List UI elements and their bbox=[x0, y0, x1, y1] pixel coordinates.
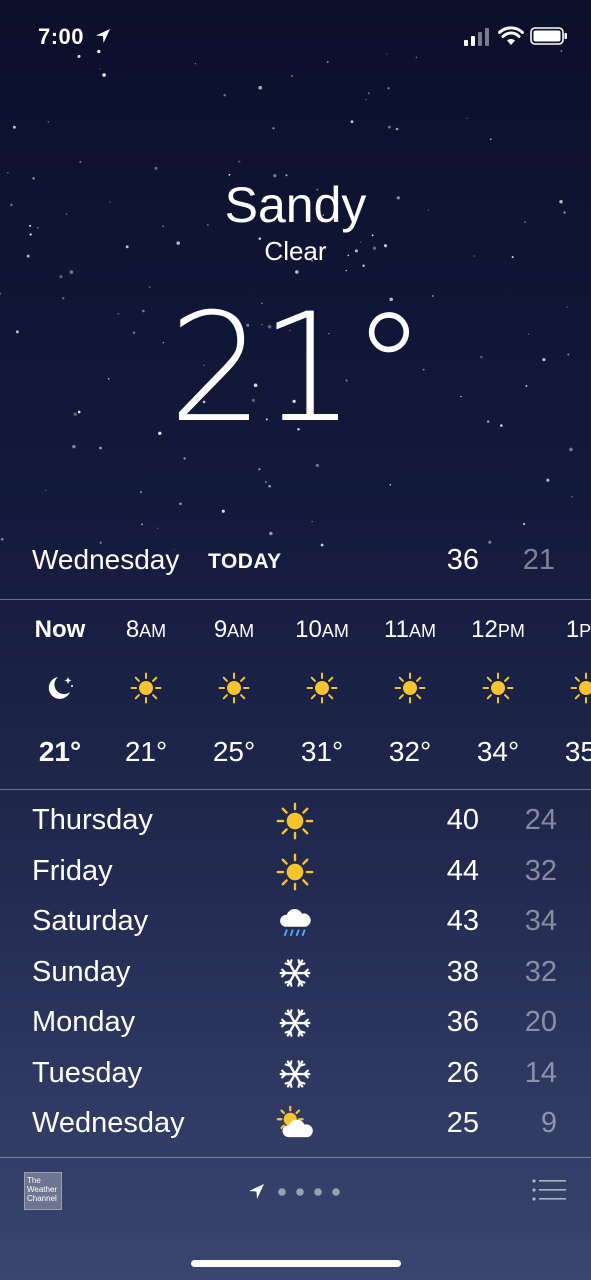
status-time: 7:00 bbox=[38, 24, 85, 49]
day-name: Saturday bbox=[32, 905, 149, 937]
day-high: 38 bbox=[446, 955, 479, 988]
hour-label: 9AM bbox=[213, 616, 255, 643]
day-high: 25 bbox=[446, 1107, 479, 1139]
day-low: 32 bbox=[524, 955, 557, 988]
hour-temperature: 34° bbox=[476, 736, 520, 767]
sun-icon bbox=[394, 672, 426, 704]
city-list-icon[interactable] bbox=[532, 1178, 566, 1202]
sun-icon bbox=[306, 672, 338, 704]
hour-temperature: 35° bbox=[564, 736, 591, 767]
hour-label: 12PM bbox=[471, 616, 525, 643]
hour-temperature: 25° bbox=[212, 736, 256, 767]
daily-row: Monday 36 20 bbox=[0, 998, 591, 1049]
page-dot bbox=[278, 1188, 286, 1196]
status-bar: 7:00 bbox=[0, 0, 591, 72]
day-low: 14 bbox=[524, 1056, 557, 1089]
hourly-item: 11AM 32° bbox=[370, 600, 450, 789]
day-name: Thursday bbox=[32, 804, 153, 836]
day-low: 34 bbox=[524, 905, 557, 937]
starfield-background bbox=[0, 49, 574, 550]
snowflake-icon bbox=[276, 954, 314, 992]
divider bbox=[0, 789, 591, 790]
hour-temperature: 31° bbox=[300, 736, 344, 767]
sun-icon bbox=[276, 853, 314, 891]
today-summary: Wednesday TODAY 36 21 bbox=[0, 536, 591, 590]
hour-label: 8AM bbox=[125, 616, 167, 643]
hour-temperature: 21° bbox=[38, 736, 82, 767]
sun-icon bbox=[570, 672, 591, 704]
hour-label: 10AM bbox=[295, 616, 349, 643]
day-name: Monday bbox=[32, 1006, 136, 1038]
moon-stars-icon bbox=[44, 672, 76, 704]
hour-label: 1PM bbox=[565, 616, 591, 643]
day-high: 26 bbox=[446, 1056, 479, 1089]
day-low: 20 bbox=[524, 1006, 557, 1038]
hour-temperature: 32° bbox=[388, 736, 432, 767]
cellular-signal-icon bbox=[464, 28, 489, 46]
hour-label: 11AM bbox=[384, 616, 436, 643]
weather-channel-logo[interactable]: The Weather Channel bbox=[24, 1172, 62, 1210]
day-name: Sunday bbox=[32, 955, 131, 988]
daily-row: Sunday 38 32 bbox=[0, 948, 591, 999]
hour-temperature: 21° bbox=[124, 736, 168, 767]
current-temperature: 21° bbox=[168, 282, 427, 456]
hourly-item: 10AM 31° bbox=[282, 600, 362, 789]
day-name: Wednesday bbox=[32, 1107, 185, 1139]
partly-cloudy-icon bbox=[276, 1105, 314, 1143]
bottom-bar: The Weather Channel bbox=[0, 1158, 591, 1228]
hour-label: Now bbox=[34, 616, 86, 643]
sun-icon bbox=[130, 672, 162, 704]
daily-row: Wednesday 25 9 bbox=[0, 1099, 591, 1150]
location-arrow-icon bbox=[249, 1184, 264, 1199]
daily-row: Thursday 40 24 bbox=[0, 796, 591, 847]
day-name: Tuesday bbox=[32, 1056, 143, 1089]
page-indicator[interactable] bbox=[248, 1182, 358, 1202]
daily-row: Friday 44 32 bbox=[0, 847, 591, 898]
wifi-icon bbox=[498, 26, 524, 45]
day-low: 32 bbox=[524, 854, 557, 887]
today-high: 36 bbox=[446, 544, 479, 576]
daily-forecast: Thursday 40 24 Friday 44 32 Saturday 43 … bbox=[0, 796, 591, 1150]
day-high: 43 bbox=[446, 905, 479, 937]
today-low: 21 bbox=[522, 544, 555, 576]
day-high: 44 bbox=[446, 854, 479, 887]
city-name: Sandy bbox=[224, 177, 367, 233]
page-dot bbox=[314, 1188, 322, 1196]
sun-icon bbox=[276, 802, 314, 840]
hourly-forecast[interactable]: Now 21° 8AM 21° 9AM 25° 10AM 31° 11AM 32… bbox=[0, 600, 591, 789]
home-indicator[interactable] bbox=[191, 1260, 401, 1267]
today-label: TODAY bbox=[208, 550, 282, 573]
location-arrow-icon bbox=[96, 29, 110, 43]
snowflake-icon bbox=[276, 1004, 314, 1042]
hourly-item: 9AM 25° bbox=[194, 600, 274, 789]
page-dot bbox=[296, 1188, 304, 1196]
sun-icon bbox=[482, 672, 514, 704]
battery-icon bbox=[530, 27, 567, 45]
day-low: 9 bbox=[540, 1107, 557, 1139]
page-dot bbox=[332, 1188, 340, 1196]
cloud-rain-icon bbox=[276, 903, 314, 941]
day-high: 40 bbox=[446, 804, 479, 836]
hourly-item: 8AM 21° bbox=[106, 600, 186, 789]
day-low: 24 bbox=[524, 804, 557, 836]
hourly-item: Now 21° bbox=[20, 600, 100, 789]
current-condition: Clear bbox=[264, 236, 327, 266]
daily-row: Tuesday 26 14 bbox=[0, 1049, 591, 1100]
sun-icon bbox=[218, 672, 250, 704]
daily-row: Saturday 43 34 bbox=[0, 897, 591, 948]
hourly-item: 1PM 35° bbox=[546, 600, 591, 789]
day-high: 36 bbox=[446, 1006, 479, 1038]
hourly-item: 12PM 34° bbox=[458, 600, 538, 789]
today-day: Wednesday bbox=[32, 544, 180, 575]
day-name: Friday bbox=[32, 854, 113, 887]
snowflake-icon bbox=[276, 1055, 314, 1093]
